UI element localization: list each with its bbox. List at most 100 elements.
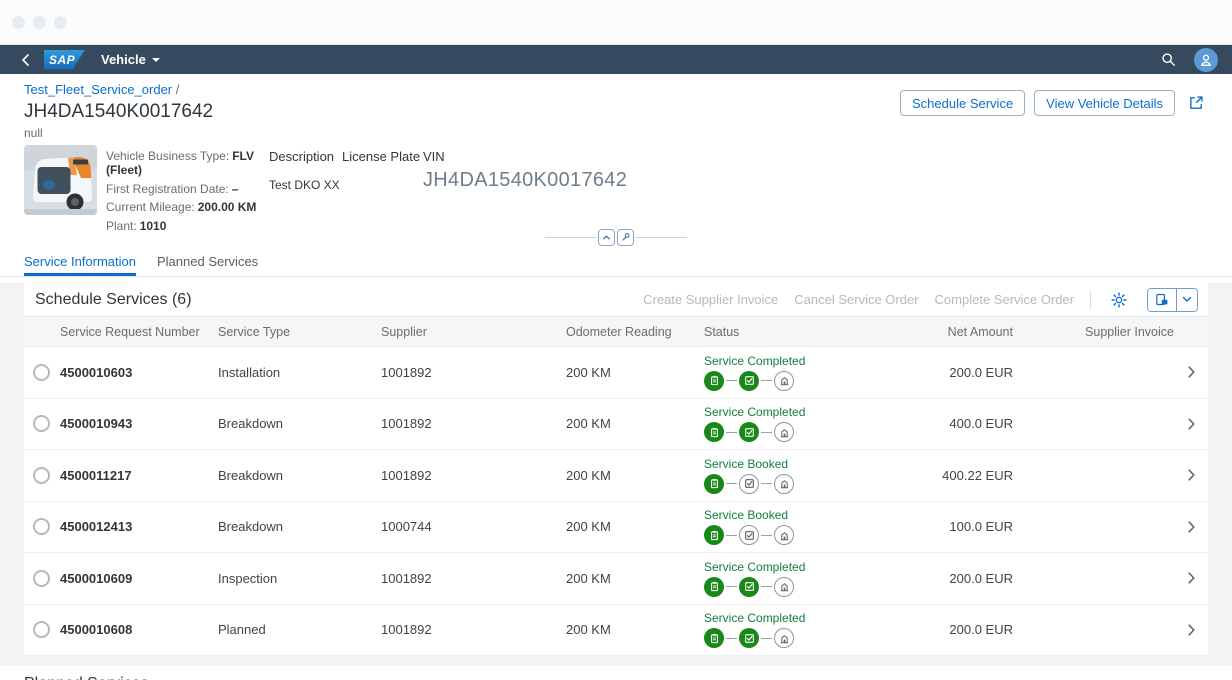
- breadcrumb-link[interactable]: Test_Fleet_Service_order: [24, 82, 172, 97]
- table-row[interactable]: 4500010943 Breakdown 1001892 200 KM Serv…: [24, 398, 1208, 450]
- table-row[interactable]: 4500011217 Breakdown 1001892 200 KM Serv…: [24, 450, 1208, 502]
- column-header[interactable]: Odometer Reading: [542, 325, 704, 339]
- table-row[interactable]: 4500010608 Planned 1001892 200 KM Servic…: [24, 604, 1208, 656]
- app-title-menu[interactable]: Vehicle: [101, 52, 160, 67]
- attribute-first-registration: First Registration Date: –: [106, 182, 269, 196]
- row-radio-button[interactable]: [33, 466, 50, 484]
- export-menu-button[interactable]: [1177, 288, 1197, 311]
- chevron-right-icon: [1188, 366, 1195, 378]
- system-bar: [0, 0, 1232, 45]
- window-minimize-button[interactable]: [33, 15, 46, 29]
- row-navigation-button[interactable]: [1174, 521, 1208, 533]
- window-close-button[interactable]: [12, 15, 25, 29]
- status-text: Service Completed: [704, 405, 806, 420]
- step-connector: [761, 380, 772, 382]
- screen: SAP Vehicle Test_Fleet_Service_order / J…: [0, 0, 1232, 680]
- collapse-header-button[interactable]: [598, 228, 615, 246]
- step-connector: [761, 431, 772, 433]
- search-button[interactable]: [1157, 49, 1179, 71]
- service-completion-step: [739, 525, 759, 546]
- clipboard-icon: [710, 479, 718, 489]
- tab-bar: Service Information Planned Services: [0, 249, 1232, 277]
- table-row[interactable]: 4500012413 Breakdown 1000744 200 KM Serv…: [24, 501, 1208, 553]
- export-icon: [1156, 293, 1168, 305]
- row-radio-button[interactable]: [33, 415, 50, 433]
- step-connector: [726, 483, 737, 485]
- license-plate-group: License Plate: [342, 145, 423, 225]
- clipboard-icon: [710, 633, 718, 643]
- column-header[interactable]: Service Type: [218, 325, 381, 339]
- table-row[interactable]: 4500010603 Installation 1001892 200 KM S…: [24, 347, 1208, 399]
- row-navigation-button[interactable]: [1174, 572, 1208, 584]
- table-settings-button[interactable]: [1107, 288, 1131, 312]
- odometer-cell: 200 KM: [566, 467, 611, 483]
- column-header[interactable]: Status: [704, 325, 859, 339]
- description-label: Description: [269, 149, 335, 164]
- attribute-business-type: Vehicle Business Type: FLV (Fleet): [106, 149, 269, 177]
- schedule-services-card: Schedule Services (6) Create Supplier In…: [24, 283, 1208, 656]
- status-steps: [704, 473, 859, 494]
- user-avatar-button[interactable]: [1194, 47, 1218, 72]
- checklist-icon: [744, 582, 754, 592]
- row-navigation-button[interactable]: [1174, 469, 1208, 481]
- status-cell: Service Booked: [704, 508, 859, 546]
- service-request-step: [704, 576, 724, 597]
- share-button[interactable]: [1184, 91, 1208, 115]
- clipboard-icon: [710, 582, 718, 592]
- tab-service-information[interactable]: Service Information: [24, 254, 136, 276]
- window-controls[interactable]: [12, 15, 67, 29]
- step-connector: [726, 586, 737, 588]
- vehicle-attributes: Vehicle Business Type: FLV (Fleet) First …: [106, 145, 269, 233]
- supplier-building-icon: [780, 480, 788, 489]
- export-button[interactable]: [1148, 288, 1177, 311]
- column-header[interactable]: Supplier Invoice: [1013, 325, 1174, 339]
- search-icon: [1161, 53, 1175, 67]
- column-header[interactable]: Service Request Number: [60, 325, 218, 339]
- chevron-right-icon: [1188, 624, 1195, 636]
- gear-icon: [1111, 291, 1127, 308]
- row-navigation-button[interactable]: [1174, 624, 1208, 636]
- service-completion-step: [739, 370, 759, 391]
- status-steps: [704, 576, 859, 597]
- create-supplier-invoice-button[interactable]: Create Supplier Invoice: [643, 292, 778, 307]
- select-cell: [24, 415, 60, 433]
- checklist-icon: [744, 427, 754, 437]
- attribute-label: Current Mileage:: [106, 200, 195, 214]
- sap-logo[interactable]: SAP: [44, 49, 85, 70]
- net-amount-cell: 200.0 EUR: [949, 622, 1013, 638]
- row-radio-button[interactable]: [33, 621, 50, 639]
- supplier-invoice-step: [774, 525, 794, 546]
- step-connector: [761, 534, 772, 536]
- table-row[interactable]: 4500010609 Inspection 1001892 200 KM Ser…: [24, 553, 1208, 605]
- clipboard-icon: [710, 427, 718, 437]
- column-header[interactable]: Supplier: [381, 325, 542, 339]
- service-request-step: [704, 525, 724, 546]
- page-content: Schedule Services (6) Create Supplier In…: [0, 283, 1232, 680]
- window-zoom-button[interactable]: [54, 15, 67, 29]
- odometer-cell: 200 KM: [566, 416, 611, 432]
- view-vehicle-details-button[interactable]: View Vehicle Details: [1034, 90, 1175, 116]
- attribute-value: 200.00 KM: [197, 200, 257, 214]
- table-title: Schedule Services (6): [35, 290, 192, 308]
- schedule-service-button[interactable]: Schedule Service: [900, 90, 1026, 116]
- service-type-cell: Breakdown: [218, 416, 284, 432]
- row-radio-button[interactable]: [33, 569, 50, 587]
- row-radio-button[interactable]: [33, 518, 50, 536]
- row-radio-button[interactable]: [33, 363, 50, 381]
- row-navigation-button[interactable]: [1174, 418, 1208, 430]
- service-request-number-cell: 4500010609: [60, 570, 133, 586]
- pin-header-button[interactable]: [617, 228, 634, 246]
- row-navigation-button[interactable]: [1174, 366, 1208, 378]
- back-button[interactable]: [14, 49, 36, 71]
- column-header[interactable]: Net Amount: [859, 325, 1013, 339]
- supplier-cell: 1000744: [381, 519, 432, 535]
- supplier-building-icon: [780, 634, 788, 643]
- tab-planned-services[interactable]: Planned Services: [157, 254, 258, 276]
- attribute-value: 1010: [139, 218, 167, 233]
- cancel-service-order-button[interactable]: Cancel Service Order: [794, 292, 918, 307]
- odometer-cell: 200 KM: [566, 570, 611, 586]
- service-type-cell: Breakdown: [218, 519, 284, 535]
- checklist-icon: [744, 633, 754, 643]
- complete-service-order-button[interactable]: Complete Service Order: [935, 292, 1074, 307]
- status-cell: Service Completed: [704, 560, 859, 597]
